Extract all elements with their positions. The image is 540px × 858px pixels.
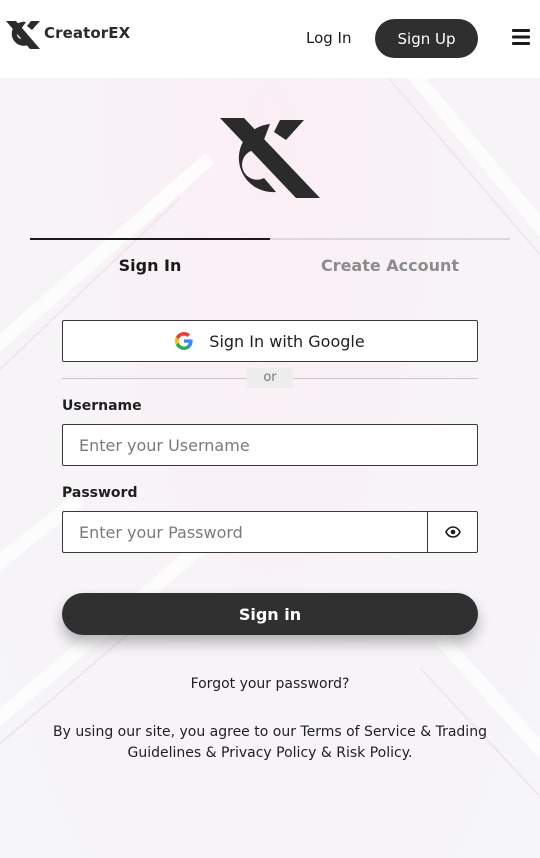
- google-sign-in-button[interactable]: Sign In with Google: [62, 320, 478, 362]
- or-divider-label: or: [247, 368, 293, 388]
- legal-suffix: .: [408, 745, 413, 761]
- risk-policy-link[interactable]: Risk Policy: [336, 745, 408, 761]
- forgot-password-link[interactable]: Forgot your password?: [62, 676, 478, 692]
- toggle-password-visibility-button[interactable]: [427, 511, 478, 553]
- signup-button[interactable]: Sign Up: [375, 19, 478, 58]
- tab-create-account[interactable]: Create Account: [270, 256, 510, 275]
- legal-notice: By using our site, you agree to our Term…: [30, 722, 510, 764]
- username-label: Username: [62, 398, 142, 414]
- tab-sign-in[interactable]: Sign In: [30, 256, 270, 275]
- brand[interactable]: CreatorEX: [4, 18, 130, 52]
- password-label: Password: [62, 485, 138, 501]
- tab-active-indicator: [30, 238, 270, 240]
- brand-name: CreatorEX: [44, 24, 131, 42]
- creatorex-large-logo-icon: [220, 118, 320, 198]
- login-link[interactable]: Log In: [306, 29, 352, 47]
- legal-prefix: By using our site, you agree to our: [53, 724, 301, 740]
- password-input[interactable]: [62, 511, 428, 553]
- privacy-policy-link[interactable]: Privacy Policy: [221, 745, 316, 761]
- auth-tabs: Sign In Create Account: [30, 238, 510, 278]
- google-icon: [175, 332, 193, 350]
- username-input[interactable]: [62, 424, 478, 466]
- sign-in-submit-button[interactable]: Sign in: [62, 593, 478, 635]
- hamburger-menu-icon[interactable]: [512, 28, 530, 46]
- legal-separator: &: [316, 745, 337, 761]
- eye-icon: [444, 526, 461, 538]
- google-button-label: Sign In with Google: [209, 331, 365, 351]
- legal-separator: &: [201, 745, 222, 761]
- top-navbar: CreatorEX Log In Sign Up: [0, 0, 540, 78]
- creatorex-logo-icon: [6, 21, 40, 49]
